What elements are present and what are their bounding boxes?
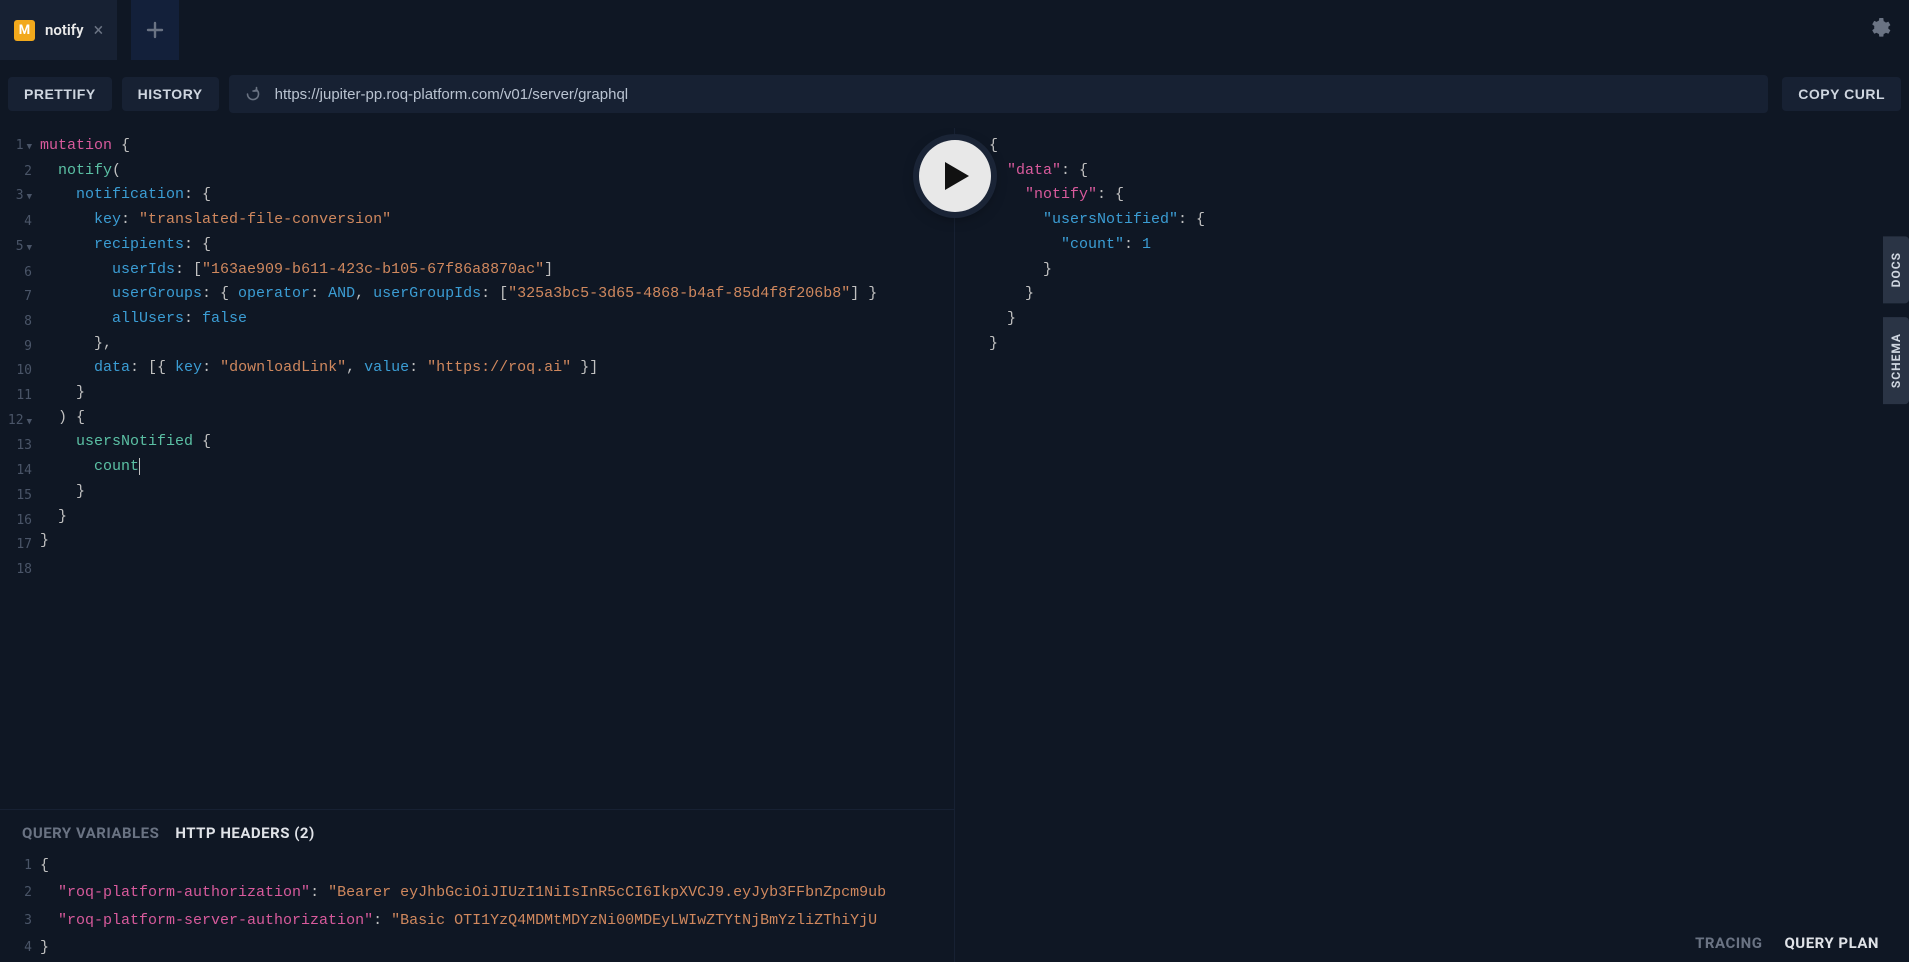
main: 1▼23▼45▼6789101112▼131415161718 mutation… bbox=[0, 128, 1909, 962]
headers-editor[interactable]: 1234 { "roq-platform-authorization": "Be… bbox=[0, 852, 954, 962]
mutation-badge: M bbox=[14, 20, 35, 41]
toolbar: PRETTIFY HISTORY COPY CURL bbox=[0, 70, 1909, 118]
url-bar bbox=[229, 75, 1769, 113]
tab-notify[interactable]: M notify × bbox=[0, 0, 117, 60]
close-icon[interactable]: × bbox=[94, 20, 104, 41]
topbar: M notify × bbox=[0, 0, 1909, 60]
tab-label: notify bbox=[45, 21, 84, 39]
reload-icon[interactable] bbox=[245, 86, 261, 102]
tabs: M notify × bbox=[0, 0, 179, 60]
add-tab-button[interactable] bbox=[131, 0, 179, 60]
variables-drawer: QUERY VARIABLES HTTP HEADERS (2) 1234 { … bbox=[0, 809, 954, 962]
prettify-button[interactable]: PRETTIFY bbox=[8, 77, 112, 111]
line-gutter: 1▼23▼45▼6789101112▼131415161718 bbox=[0, 134, 40, 809]
result-pane: ▼▼▼ { "data": { "notify": { "usersNotifi… bbox=[954, 128, 1909, 962]
result-footer-tabs: TRACING QUERY PLAN bbox=[1695, 934, 1879, 952]
gear-icon bbox=[1867, 16, 1891, 40]
docs-tab[interactable]: DOCS bbox=[1883, 236, 1909, 303]
tab-query-variables[interactable]: QUERY VARIABLES bbox=[22, 824, 159, 842]
schema-tab[interactable]: SCHEMA bbox=[1883, 317, 1909, 404]
drawer-tabs: QUERY VARIABLES HTTP HEADERS (2) bbox=[0, 810, 954, 852]
result-code: { "data": { "notify": { "usersNotified":… bbox=[989, 134, 1909, 356]
history-button[interactable]: HISTORY bbox=[122, 77, 219, 111]
line-gutter: 1234 bbox=[0, 852, 40, 962]
result-viewer[interactable]: ▼▼▼ { "data": { "notify": { "usersNotifi… bbox=[955, 134, 1909, 356]
query-code[interactable]: mutation { notify( notification: { key: … bbox=[40, 134, 954, 809]
endpoint-input[interactable] bbox=[275, 86, 1753, 103]
side-tabs: DOCS SCHEMA bbox=[1883, 236, 1909, 404]
tab-tracing[interactable]: TRACING bbox=[1695, 934, 1762, 952]
copy-curl-button[interactable]: COPY CURL bbox=[1782, 77, 1901, 111]
query-editor[interactable]: 1▼23▼45▼6789101112▼131415161718 mutation… bbox=[0, 128, 954, 809]
settings-button[interactable] bbox=[1867, 16, 1891, 44]
play-icon bbox=[943, 160, 971, 192]
execute-button[interactable] bbox=[919, 140, 991, 212]
headers-code[interactable]: { "roq-platform-authorization": "Bearer … bbox=[40, 852, 954, 962]
tab-http-headers[interactable]: HTTP HEADERS (2) bbox=[175, 824, 314, 842]
tab-query-plan[interactable]: QUERY PLAN bbox=[1784, 934, 1879, 952]
query-editor-pane: 1▼23▼45▼6789101112▼131415161718 mutation… bbox=[0, 128, 954, 962]
plus-icon bbox=[146, 21, 164, 39]
